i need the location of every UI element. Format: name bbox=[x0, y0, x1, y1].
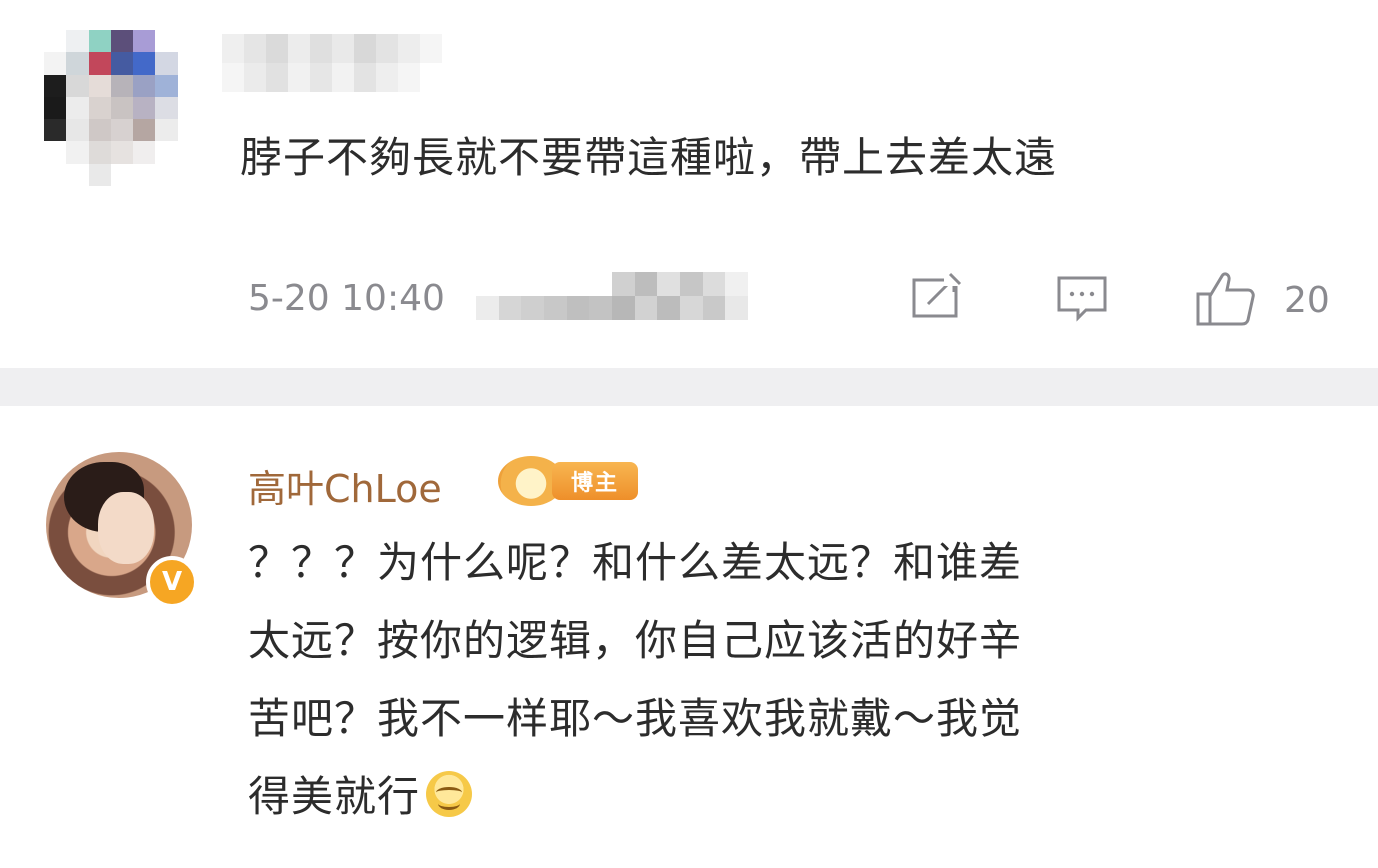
author-badge: 博主 bbox=[498, 456, 640, 506]
author-name[interactable]: 高叶ChLoe bbox=[248, 458, 442, 513]
smile-emoji-icon bbox=[426, 771, 473, 817]
like-button[interactable]: 20 bbox=[1194, 270, 1330, 330]
repost-button[interactable] bbox=[906, 270, 966, 330]
comment-line: 太远？按你的逻辑，你自己应该活的好辛 bbox=[248, 616, 1023, 665]
comment-line-text: 得美就行 bbox=[248, 772, 421, 821]
like-count: 20 bbox=[1284, 279, 1330, 321]
comment-button[interactable] bbox=[1054, 270, 1110, 330]
comment-line: 苦吧？我不一样耶～我喜欢我就戴～我觉 bbox=[248, 694, 1023, 743]
comment-line-last: 得美就行 bbox=[248, 758, 1298, 836]
source-redacted bbox=[476, 272, 748, 320]
timestamp: 5-20 10:40 bbox=[248, 278, 445, 319]
verified-badge: V bbox=[146, 556, 198, 608]
comment-text: ？？？为什么呢？和什么差太远？和谁差 太远？按你的逻辑，你自己应该活的好辛 苦吧… bbox=[248, 524, 1298, 836]
username-redacted[interactable] bbox=[222, 34, 442, 92]
author-badge-label: 博主 bbox=[552, 462, 638, 500]
avatar[interactable] bbox=[44, 30, 200, 186]
comment-1: 脖子不夠長就不要帶這種啦，帶上去差太遠 5-20 10:40 20 bbox=[0, 0, 1378, 368]
divider bbox=[0, 368, 1378, 406]
comment-2: V 高叶ChLoe 博主 ？？？为什么呢？和什么差太远？和谁差 太远？按你的逻辑… bbox=[0, 406, 1378, 868]
comment-line: ？？？为什么呢？和什么差太远？和谁差 bbox=[248, 538, 1023, 587]
comment-icon bbox=[1054, 270, 1110, 330]
comment-text: 脖子不夠長就不要帶這種啦，帶上去差太遠 bbox=[240, 133, 1058, 182]
repost-icon bbox=[906, 272, 966, 328]
thumbs-up-icon bbox=[1194, 268, 1258, 332]
